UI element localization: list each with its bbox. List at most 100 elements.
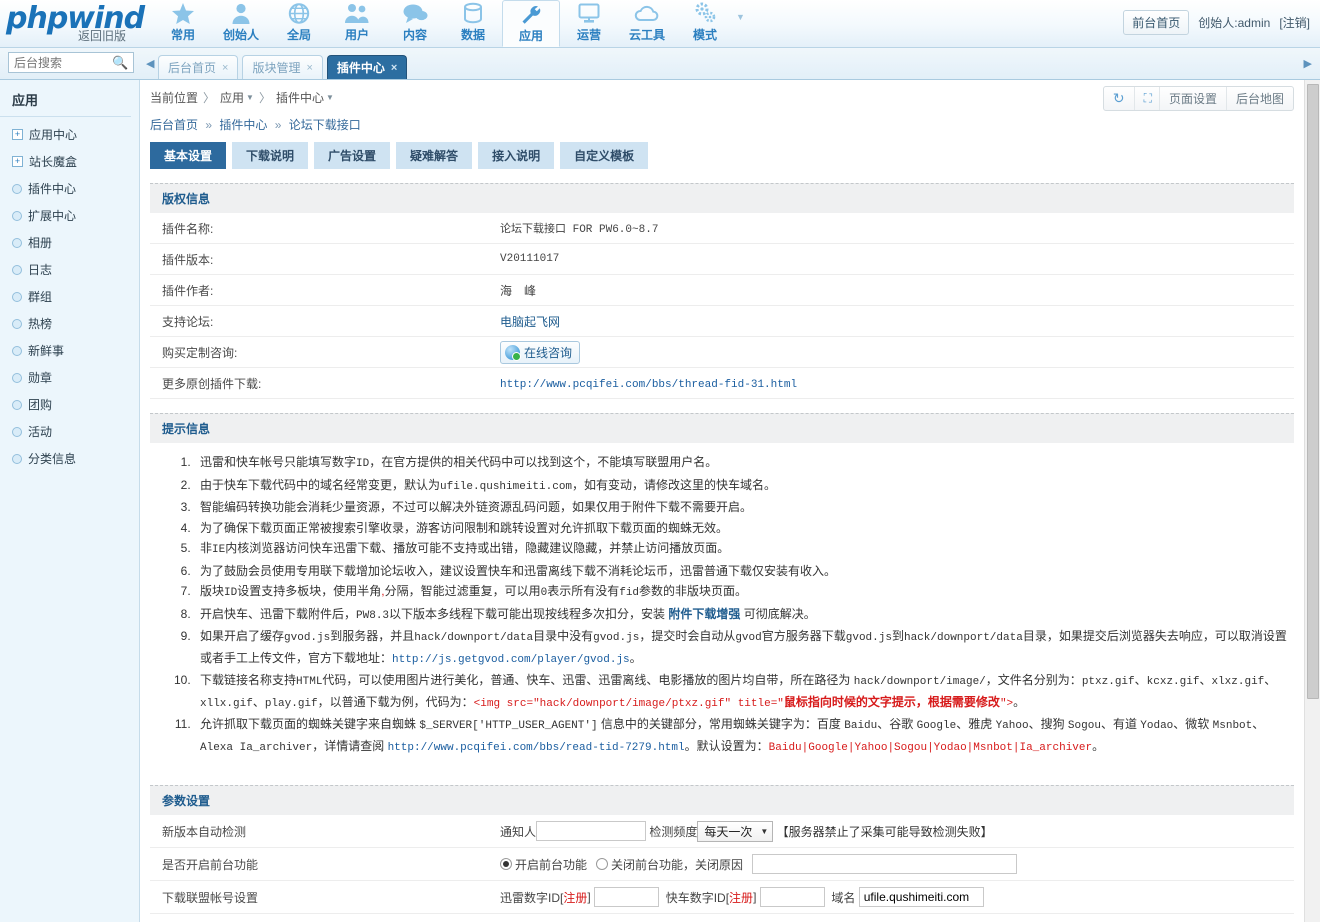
sub-tab-1[interactable]: 下载说明: [232, 142, 309, 169]
top-nav-item-label: 创始人: [222, 28, 259, 42]
search-input[interactable]: [12, 54, 112, 71]
tab-scroll-right-icon[interactable]: ▶: [1304, 57, 1312, 70]
tip-text: 。: [1013, 694, 1026, 709]
notify-person-input[interactable]: [536, 821, 647, 841]
xunlei-id-input[interactable]: [594, 887, 660, 907]
logout-link[interactable]: [注销]: [1279, 14, 1310, 31]
workspace-tab-2[interactable]: 插件中心 ×: [326, 55, 408, 79]
fullscreen-button[interactable]: ⛶: [1133, 87, 1159, 110]
top-nav-item-9[interactable]: 模式: [676, 0, 734, 47]
sidebar-item-5[interactable]: 日志: [0, 256, 139, 283]
sidebar-item-2[interactable]: 插件中心: [0, 175, 139, 202]
top-nav-item-7[interactable]: 运营: [560, 0, 618, 47]
xunlei-id-input-field[interactable]: [595, 888, 659, 906]
tip-link[interactable]: http://www.pcqifei.com/bbs/read-tid-7279…: [388, 742, 685, 754]
tab-scroll-left-icon[interactable]: ◀: [146, 57, 154, 70]
tip-text: ，以普通下载为例，代码为：: [317, 694, 474, 709]
front-disable-reason-input[interactable]: [752, 854, 1018, 874]
tip-link[interactable]: http://js.getgvod.com/player/gvod.js: [392, 654, 630, 666]
sidebar-item-3[interactable]: 扩展中心: [0, 202, 139, 229]
location-part-plugin-center[interactable]: 插件中心: [276, 89, 324, 106]
page-settings-button[interactable]: 页面设置: [1158, 87, 1226, 110]
online-consult-button[interactable]: 在线咨询: [500, 340, 581, 364]
top-nav-item-8[interactable]: 云工具: [618, 0, 676, 47]
sidebar-item-0[interactable]: + 应用中心: [0, 121, 139, 148]
chevron-down-icon[interactable]: ▼: [326, 93, 334, 102]
copyright-row-value: 在线咨询: [500, 340, 1294, 364]
more-plugins-download-link[interactable]: http://www.pcqifei.com/bbs/thread-fid-31…: [500, 379, 797, 391]
breadcrumb-home[interactable]: 后台首页: [150, 118, 198, 132]
xunlei-register-link[interactable]: 注册: [563, 889, 587, 906]
copyright-section-heading: 版权信息: [150, 183, 1294, 213]
tip-text: hack/downport/image/: [853, 676, 986, 688]
sidebar-item-label: 日志: [28, 263, 53, 277]
support-forum-link[interactable]: 电脑起飞网: [500, 315, 560, 329]
front-page-button[interactable]: 前台首页: [1123, 10, 1190, 35]
front-disable-reason-input-field[interactable]: [753, 855, 1017, 873]
param-row-union-accounts-value: 迅雷数字ID[注册] 快车数字ID[注册] 域名: [500, 887, 1294, 907]
tip-text: 、搜狗: [1028, 717, 1068, 731]
breadcrumb-plugin-center[interactable]: 插件中心: [219, 118, 267, 132]
top-nav-item-1[interactable]: 创始人: [212, 0, 270, 47]
online-consult-label: 在线咨询: [524, 345, 573, 360]
workspace-tab-0[interactable]: 后台首页 ×: [158, 55, 239, 79]
front-enable-radio-off[interactable]: 关闭前台功能，关闭原因: [596, 856, 743, 873]
body-wrapper: 应用 + 应用中心 + 站长魔盒 插件中心 扩展中心 相册 日志 群组 热榜 新鲜事 勋章 团购 活动 分类…: [0, 80, 1320, 922]
sub-tab-0[interactable]: 基本设置: [150, 142, 227, 169]
sidebar-item-12[interactable]: 分类信息: [0, 445, 139, 472]
top-nav-item-0[interactable]: 常用: [154, 0, 212, 47]
sidebar-item-4[interactable]: 相册: [0, 229, 139, 256]
chevron-down-icon[interactable]: ▼: [736, 12, 745, 22]
brand-logo[interactable]: phpwind 返回旧版: [0, 0, 145, 47]
location-part-app[interactable]: 应用: [220, 89, 244, 106]
radio-icon[interactable]: [500, 858, 512, 870]
top-nav-item-3[interactable]: 用户: [328, 0, 386, 47]
site-map-button[interactable]: 后台地图: [1225, 87, 1293, 110]
tip-text: 以下版本多线程下载可能出现按线程多次扣分，安装: [389, 606, 669, 621]
sidebar-title: 应用: [0, 88, 131, 117]
sub-tab-4[interactable]: 接入说明: [478, 142, 555, 169]
domain-input[interactable]: [858, 887, 984, 907]
vertical-scrollbar[interactable]: [1304, 80, 1320, 922]
main-content: 当前位置 〉 应用 ▼ 〉 插件中心 ▼ ↻ ⛶ 页面设置 后台地图 后台首页 » …: [140, 80, 1320, 922]
front-enable-radio-on[interactable]: 开启前台功能: [500, 856, 587, 873]
breadcrumb-sep-2: »: [274, 118, 282, 132]
tip-text: hack/downport/data: [414, 632, 534, 644]
domain-input-field[interactable]: [859, 888, 983, 906]
sidebar-item-8[interactable]: 新鲜事: [0, 337, 139, 364]
close-icon[interactable]: ×: [222, 62, 228, 74]
top-nav-item-4[interactable]: 内容: [386, 0, 444, 47]
search-icon[interactable]: 🔍: [112, 56, 128, 69]
kuaiche-register-link[interactable]: 注册: [729, 889, 753, 906]
sub-tab-5[interactable]: 自定义模板: [560, 142, 649, 169]
version-check-note: 【服务器禁止了采集可能导致检测失败】: [773, 824, 993, 839]
sub-tab-3[interactable]: 疑难解答: [396, 142, 473, 169]
breadcrumb-current[interactable]: 论坛下载接口: [289, 118, 361, 132]
sidebar-item-7[interactable]: 热榜: [0, 310, 139, 337]
kuaiche-id-input[interactable]: [759, 887, 825, 907]
tip-text: Baidu|Google|Yahoo|Sogou|Yodao|Msnbot|Ia…: [768, 741, 1093, 754]
sidebar-item-1[interactable]: + 站长魔盒: [0, 148, 139, 175]
return-old-version-link[interactable]: 返回旧版: [78, 27, 126, 44]
top-nav-item-5[interactable]: 数据: [444, 0, 502, 47]
search-box[interactable]: 🔍: [8, 52, 134, 73]
workspace-tab-1[interactable]: 版块管理 ×: [242, 55, 323, 79]
notify-person-input-field[interactable]: [537, 822, 646, 840]
radio-icon[interactable]: [596, 858, 609, 870]
top-nav-item-2[interactable]: 全局: [270, 0, 328, 47]
kuaiche-id-input-field[interactable]: [760, 888, 824, 906]
close-icon[interactable]: ×: [391, 62, 397, 74]
chevron-down-icon[interactable]: ▼: [246, 93, 254, 102]
top-nav-item-6[interactable]: 应用: [502, 0, 560, 47]
current-user-label: 创始人:admin: [1198, 16, 1271, 30]
scrollbar-thumb[interactable]: [1307, 84, 1319, 699]
sidebar-item-6[interactable]: 群组: [0, 283, 139, 310]
sidebar-item-10[interactable]: 团购: [0, 391, 139, 418]
refresh-button[interactable]: ↻: [1104, 87, 1134, 110]
sub-tab-2[interactable]: 广告设置: [314, 142, 391, 169]
check-frequency-select[interactable]: 每天一次 ▼: [697, 820, 774, 842]
close-icon[interactable]: ×: [306, 62, 312, 74]
sidebar-item-9[interactable]: 勋章: [0, 364, 139, 391]
tip-item-5: 非IE内核浏览器访问快车迅雷下载、播放可能不支持或出错，隐藏建议隐藏，并禁止访问…: [194, 539, 1294, 561]
sidebar-item-11[interactable]: 活动: [0, 418, 139, 445]
